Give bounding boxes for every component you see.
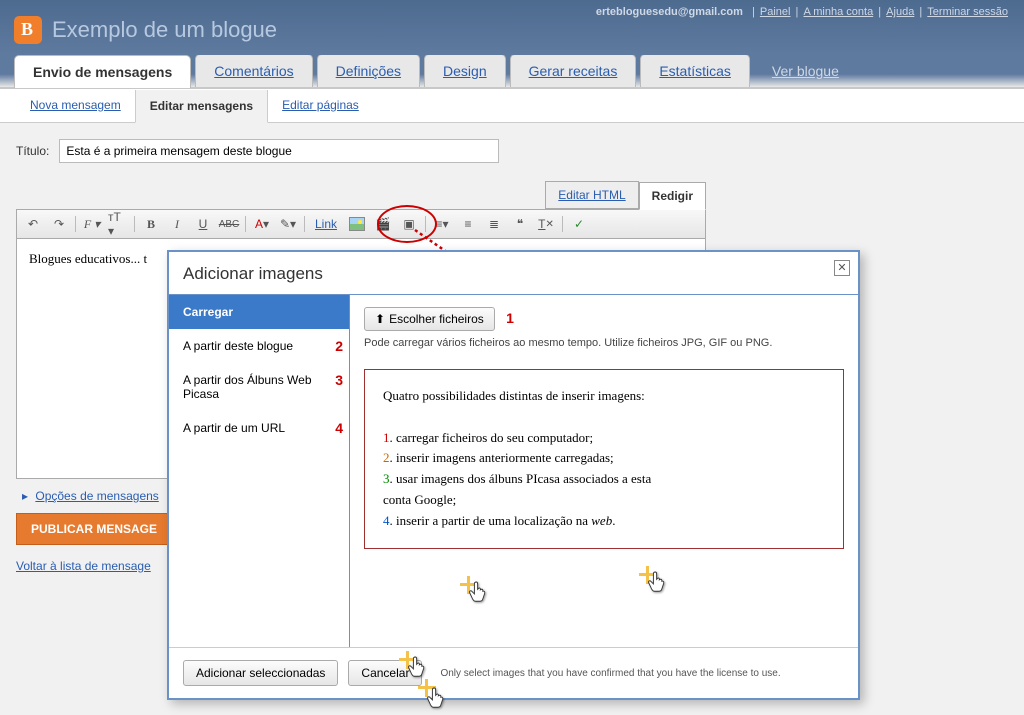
blog-title: Exemplo de um blogue <box>52 17 277 43</box>
separator <box>75 216 76 232</box>
annotation-number: 4 <box>335 420 343 436</box>
sidebar-item-label: Carregar <box>183 305 233 319</box>
align-icon[interactable]: ≡▾ <box>432 214 452 234</box>
annotation-number: 3 <box>335 372 343 388</box>
sidebar-item-picasa[interactable]: A partir dos Álbuns Web Picasa 3 <box>169 363 349 411</box>
info-line: 3. usar imagens dos álbuns PIcasa associ… <box>383 469 825 490</box>
info-line: conta Google; <box>383 490 825 511</box>
tab-envio[interactable]: Envio de mensagens <box>14 55 191 88</box>
dialog-sidebar: Carregar A partir deste blogue 2 A parti… <box>169 295 349 647</box>
upload-hint: Pode carregar vários ficheiros ao mesmo … <box>364 337 844 349</box>
tab-gerar[interactable]: Gerar receitas <box>510 54 637 87</box>
subtab-nova[interactable]: Nova mensagem <box>16 89 135 122</box>
license-note: Only select images that you have confirm… <box>440 668 844 679</box>
ver-blogue-link[interactable]: Ver blogue <box>754 55 857 87</box>
dialog-title: Adicionar imagens <box>183 264 844 284</box>
main-tabs: Envio de mensagens Comentários Definiçõe… <box>0 55 1024 89</box>
info-line: 1. carregar ficheiros do seu computador; <box>383 428 825 449</box>
separator <box>245 216 246 232</box>
publish-button[interactable]: PUBLICAR MENSAGE <box>16 513 172 545</box>
choose-files-button[interactable]: ⬆ Escolher ficheiros <box>364 307 495 331</box>
redigir-tab[interactable]: Redigir <box>639 182 706 210</box>
add-images-dialog: Adicionar imagens ✕ Carregar A partir de… <box>167 250 860 700</box>
upload-icon: ⬆ <box>375 312 385 326</box>
minha-conta-link[interactable]: A minha conta <box>803 6 873 18</box>
sidebar-item-label: A partir dos Álbuns Web Picasa <box>183 373 312 401</box>
close-icon[interactable]: ✕ <box>834 260 850 276</box>
add-selected-button[interactable]: Adicionar seleccionadas <box>183 660 338 686</box>
dialog-footer: Adicionar seleccionadas Cancelar Only se… <box>169 648 858 698</box>
painel-link[interactable]: Painel <box>760 6 791 18</box>
tab-estatisticas[interactable]: Estatísticas <box>640 54 750 87</box>
cancel-button[interactable]: Cancelar <box>348 660 422 686</box>
subtab-editar[interactable]: Editar mensagens <box>135 90 268 123</box>
sidebar-item-blog[interactable]: A partir deste blogue 2 <box>169 329 349 363</box>
underline-icon[interactable]: U <box>193 214 213 234</box>
sub-tabs: Nova mensagem Editar mensagens Editar pá… <box>0 89 1024 123</box>
bold-icon[interactable]: B <box>141 214 161 234</box>
top-links: ertebloguesedu@gmail.com | Painel | A mi… <box>596 6 1010 18</box>
separator <box>134 216 135 232</box>
separator <box>425 216 426 232</box>
separator <box>562 216 563 232</box>
options-link[interactable]: Opções de mensagens <box>35 489 158 503</box>
sidebar-item-url[interactable]: A partir de um URL 4 <box>169 411 349 445</box>
remove-format-icon[interactable]: T✕ <box>536 214 556 234</box>
editar-html-tab[interactable]: Editar HTML <box>545 181 638 209</box>
italic-icon[interactable]: I <box>167 214 187 234</box>
app-header: ertebloguesedu@gmail.com | Painel | A mi… <box>0 0 1024 55</box>
sidebar-item-label: A partir de um URL <box>183 421 285 435</box>
insert-video-icon[interactable]: 🎬 <box>373 214 393 234</box>
font-family-icon[interactable]: F ▾ <box>82 214 102 234</box>
tab-design[interactable]: Design <box>424 54 506 87</box>
insert-jump-icon[interactable]: ▣ <box>399 214 419 234</box>
annotation-number: 1 <box>506 310 514 326</box>
user-email: ertebloguesedu@gmail.com <box>596 6 743 18</box>
blogger-logo-icon <box>14 16 42 44</box>
redo-icon[interactable]: ↷ <box>49 214 69 234</box>
strike-icon[interactable]: ABC <box>219 214 239 234</box>
undo-icon[interactable]: ↶ <box>23 214 43 234</box>
terminar-link[interactable]: Terminar sessão <box>927 6 1008 18</box>
title-label: Título: <box>16 144 49 158</box>
choose-files-label: Escolher ficheiros <box>389 312 484 326</box>
highlight-icon[interactable]: ✎▾ <box>278 214 298 234</box>
info-line: 4. inserir a partir de uma localização n… <box>383 511 825 532</box>
sidebar-item-label: A partir deste blogue <box>183 339 293 353</box>
text-color-icon[interactable]: A▾ <box>252 214 272 234</box>
info-box: Quatro possibilidades distintas de inser… <box>364 369 844 549</box>
subtab-paginas[interactable]: Editar páginas <box>268 89 373 122</box>
link-button[interactable]: Link <box>311 217 341 231</box>
font-size-icon[interactable]: тT ▾ <box>108 214 128 234</box>
info-heading: Quatro possibilidades distintas de inser… <box>383 386 825 407</box>
quote-icon[interactable]: ❝ <box>510 214 530 234</box>
numbered-list-icon[interactable]: ≡ <box>458 214 478 234</box>
sidebar-item-carregar[interactable]: Carregar <box>169 295 349 329</box>
tab-definicoes[interactable]: Definições <box>317 54 420 87</box>
post-title-input[interactable] <box>59 139 499 163</box>
separator <box>304 216 305 232</box>
editor-toolbar: ↶ ↷ F ▾ тT ▾ B I U ABC A▾ ✎▾ Link 🎬 ▣ ≡▾… <box>16 209 706 239</box>
bullet-list-icon[interactable]: ≣ <box>484 214 504 234</box>
insert-image-icon[interactable] <box>347 214 367 234</box>
tab-comentarios[interactable]: Comentários <box>195 54 312 87</box>
spellcheck-icon[interactable]: ✓ <box>569 214 589 234</box>
ajuda-link[interactable]: Ajuda <box>886 6 914 18</box>
dialog-main: ⬆ Escolher ficheiros 1 Pode carregar vár… <box>349 295 858 647</box>
annotation-number: 2 <box>335 338 343 354</box>
info-line: 2. inserir imagens anteriormente carrega… <box>383 448 825 469</box>
